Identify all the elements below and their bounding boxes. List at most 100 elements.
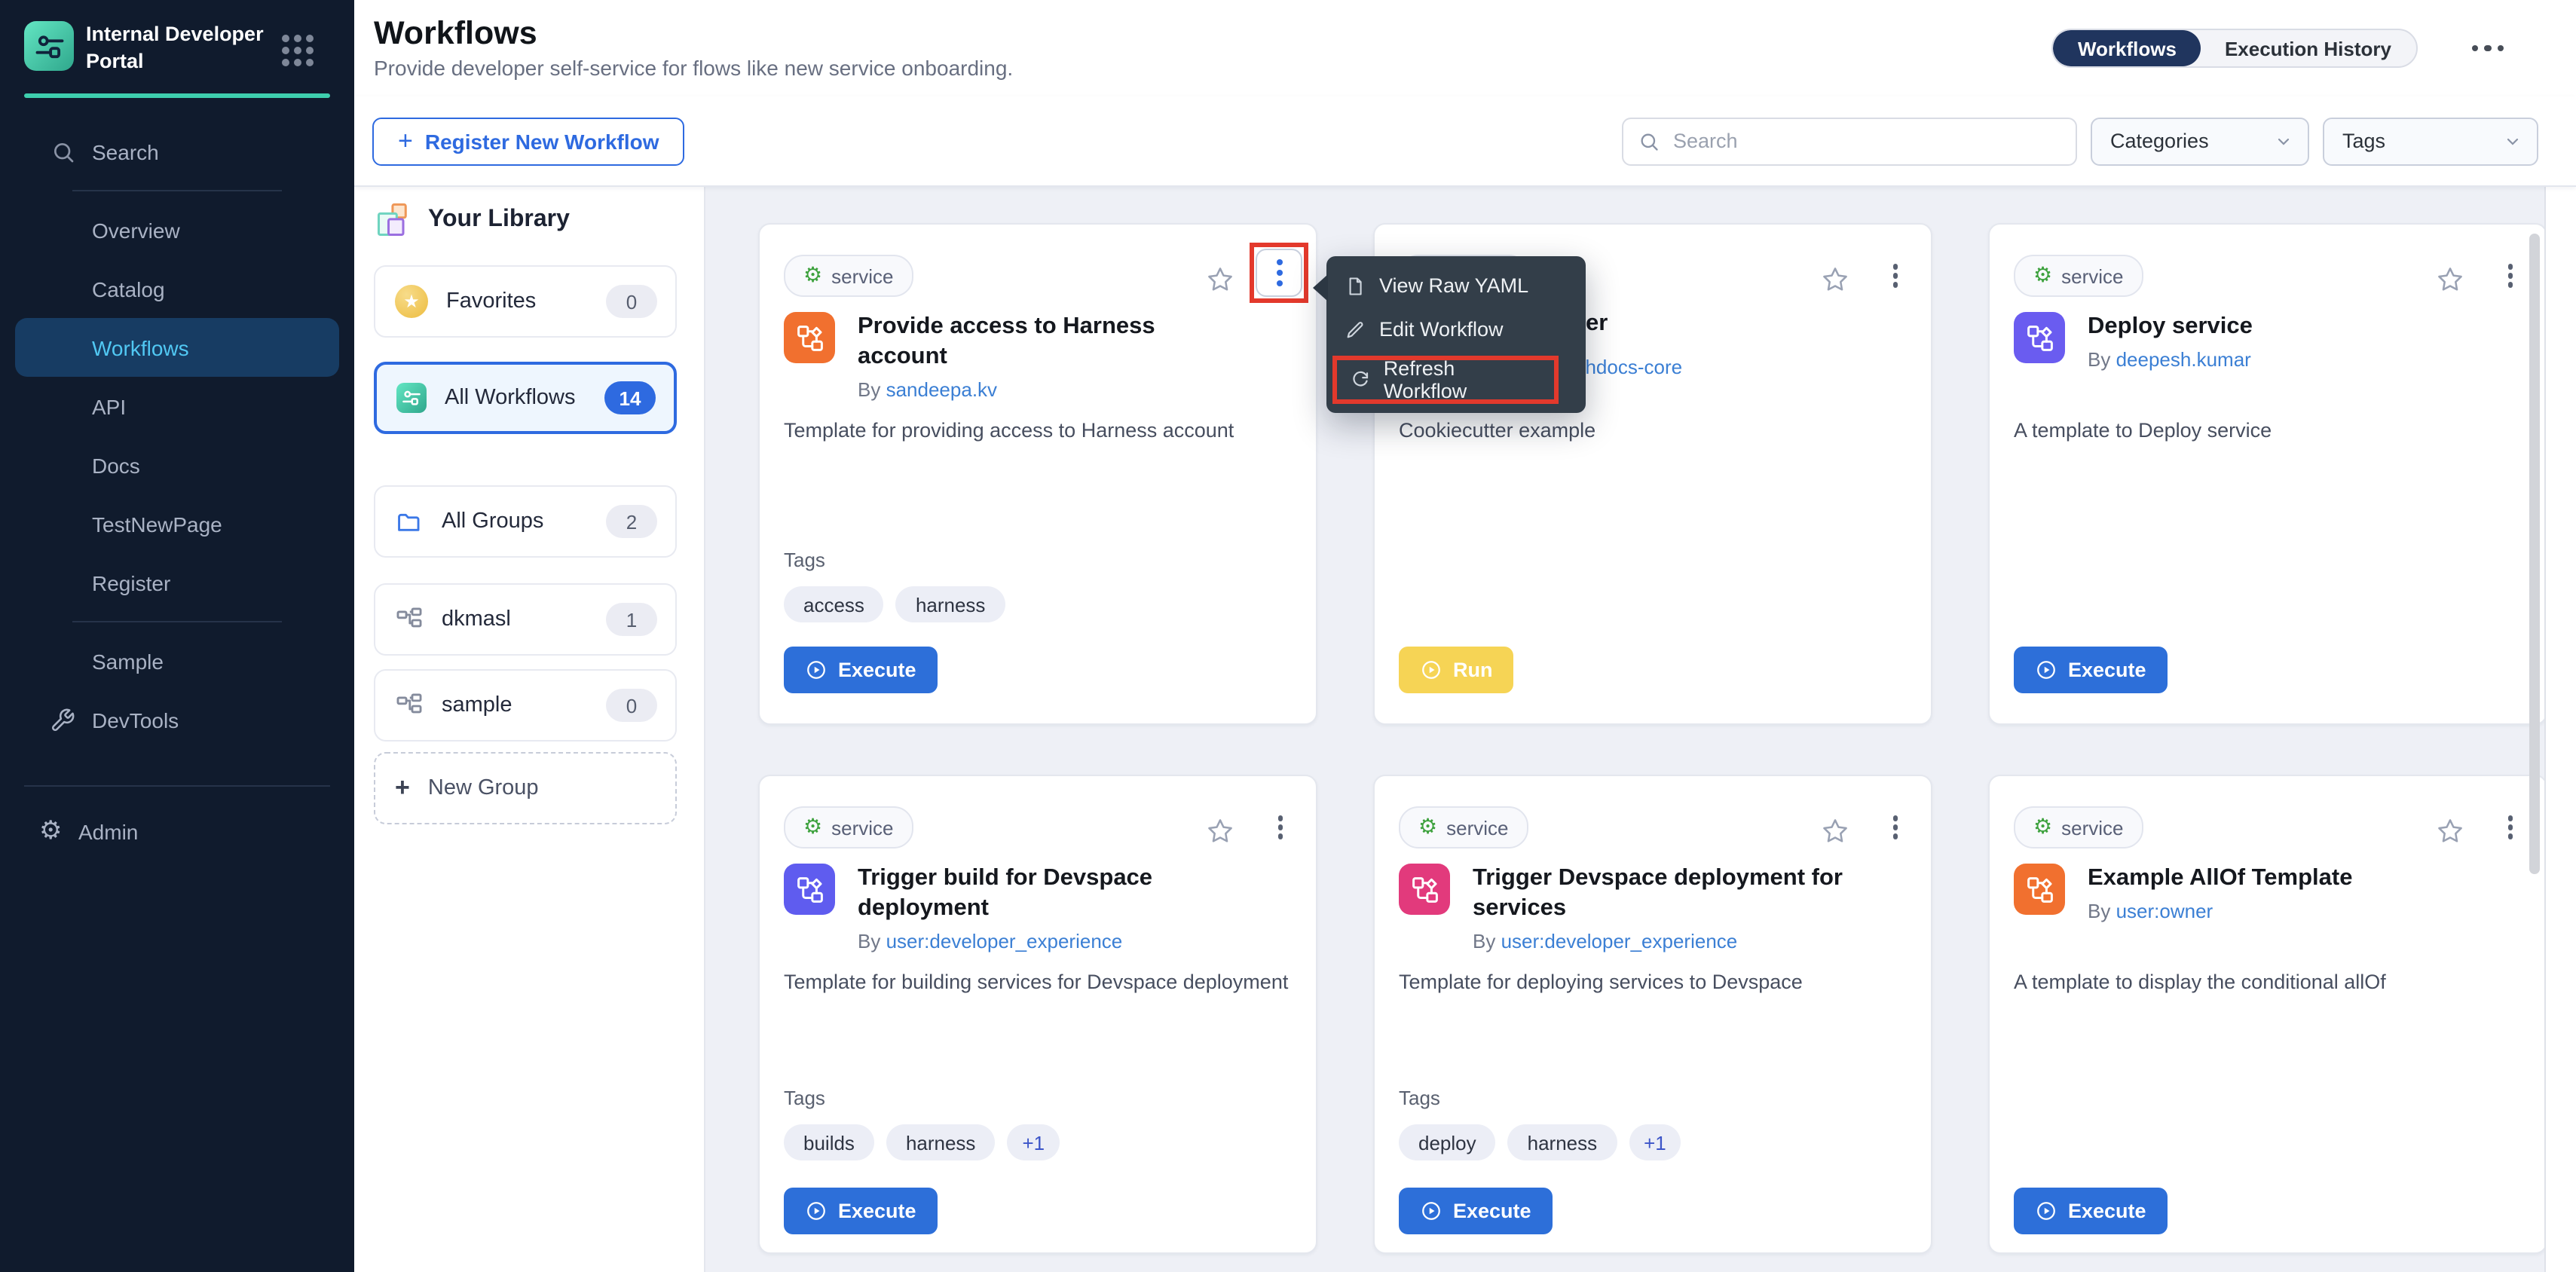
workflow-card-provide-access: ⚙service Provide access to Harness accou… (758, 223, 1317, 725)
sidebar-item-search[interactable]: Search (0, 122, 354, 181)
card-title: Trigger build for Devspace deployment (858, 864, 1250, 925)
library-row-favorites[interactable]: ★ Favorites 0 (374, 265, 677, 338)
play-icon (805, 1200, 828, 1222)
kebab-menu-icon[interactable] (1889, 812, 1901, 842)
kebab-menu-button[interactable] (1256, 249, 1302, 297)
execute-label: Execute (838, 659, 916, 681)
row-label: dkmasl (442, 607, 511, 631)
tags-label: Tags (1399, 1087, 1907, 1109)
workflow-card-trigger-devspace: ⚙service Trigger Devspace deployment for… (1373, 775, 1932, 1254)
workflow-icon (784, 864, 835, 915)
new-group-label: New Group (428, 776, 539, 800)
tags-dropdown[interactable]: Tags (2323, 117, 2538, 165)
author-link[interactable]: user:developer_experience (1501, 931, 1738, 953)
count-badge: 0 (606, 285, 657, 318)
execute-label: Execute (2068, 1200, 2146, 1222)
search-field (1622, 117, 2077, 165)
menu-item-refresh-workflow[interactable]: Refresh Workflow (1332, 356, 1559, 404)
author-link[interactable]: sandeepa.kv (886, 379, 997, 402)
count-badge: 14 (604, 381, 656, 414)
plus-icon: + (395, 773, 410, 803)
more-tags-pill[interactable]: +1 (1629, 1124, 1681, 1160)
row-label: All Workflows (445, 386, 576, 410)
app-title: Internal Developer Portal (86, 21, 264, 74)
all-workflows-icon (396, 383, 427, 413)
badge-label: service (1446, 816, 1508, 839)
execute-button[interactable]: Execute (784, 1188, 938, 1234)
categories-dropdown[interactable]: Categories (2091, 117, 2309, 165)
workflow-icon (2014, 864, 2065, 915)
library-row-sample[interactable]: sample 0 (374, 669, 677, 741)
tag-pill: harness (1508, 1124, 1617, 1160)
service-badge: ⚙service (2014, 255, 2143, 297)
sidebar-item-register[interactable]: Register (0, 553, 354, 612)
author-link[interactable]: user:owner (2116, 900, 2213, 922)
apps-grid-icon[interactable] (282, 35, 314, 66)
execute-button[interactable]: Execute (2014, 647, 2168, 693)
search-icon (51, 139, 75, 164)
page-title: Workflows (374, 16, 1013, 51)
sidebar-item-overview[interactable]: Overview (0, 200, 354, 259)
favorite-star-icon[interactable] (1206, 265, 1234, 294)
app-logo (24, 21, 74, 71)
favorite-star-icon[interactable] (1821, 265, 1849, 294)
sidebar-item-testnewpage[interactable]: TestNewPage (0, 494, 354, 553)
menu-item-edit-workflow[interactable]: Edit Workflow (1326, 307, 1586, 351)
kebab-menu-icon[interactable] (1274, 812, 1286, 842)
sidebar-item-catalog[interactable]: Catalog (0, 259, 354, 318)
execute-button[interactable]: Execute (1399, 1188, 1553, 1234)
kebab-menu-icon[interactable] (2504, 812, 2516, 842)
favorite-star-icon[interactable] (1821, 817, 1849, 845)
more-tags-pill[interactable]: +1 (1007, 1124, 1060, 1160)
toggle-workflows[interactable]: Workflows (2054, 30, 2201, 66)
sidebar-item-devtools[interactable]: DevTools (0, 690, 354, 749)
kebab-menu-icon[interactable] (2504, 261, 2516, 290)
workflow-icon (2014, 312, 2065, 363)
by-label: By (858, 931, 880, 953)
kebab-menu-icon[interactable] (1889, 261, 1901, 290)
toggle-execution-history[interactable]: Execution History (2201, 30, 2415, 66)
workflow-logo-icon (32, 29, 66, 63)
run-button[interactable]: Run (1399, 647, 1514, 693)
library-row-dkmasl[interactable]: dkmasl 1 (374, 583, 677, 656)
favorites-star-icon: ★ (395, 285, 428, 318)
sidebar-item-label: Overview (92, 218, 180, 242)
execute-label: Execute (2068, 659, 2146, 681)
library-panel: Your Library ★ Favorites 0 All Workflows… (354, 185, 705, 1272)
tags-label: Tags (784, 549, 1292, 571)
count-badge: 0 (606, 689, 657, 722)
search-input[interactable] (1670, 128, 2060, 154)
sidebar-item-docs[interactable]: Docs (0, 436, 354, 494)
run-label: Run (1453, 659, 1493, 681)
card-description: Template for providing access to Harness… (784, 416, 1292, 448)
sidebar-item-label: Catalog (92, 277, 165, 301)
scrollbar-thumb[interactable] (2529, 234, 2540, 874)
author-link[interactable]: user:developer_experience (886, 931, 1123, 953)
row-label: All Groups (442, 509, 543, 534)
favorite-star-icon[interactable] (2436, 817, 2464, 845)
sidebar: Internal Developer Portal Search Overvie… (0, 0, 354, 1272)
card-title: Trigger Devspace deployment for services (1473, 864, 1865, 925)
sidebar-item-label: Sample (92, 649, 164, 673)
new-group-button[interactable]: + New Group (374, 752, 677, 824)
sidebar-item-workflows[interactable]: Workflows (15, 318, 339, 377)
workflow-icon (784, 312, 835, 363)
library-row-all-workflows[interactable]: All Workflows 14 (374, 362, 677, 434)
more-options-icon[interactable] (2471, 45, 2504, 52)
sidebar-item-sample[interactable]: Sample (0, 631, 354, 690)
execute-button[interactable]: Execute (2014, 1188, 2168, 1234)
sidebar-item-admin[interactable]: ⚙ Admin (0, 802, 354, 861)
sidebar-item-api[interactable]: API (0, 377, 354, 436)
register-new-workflow-button[interactable]: + Register New Workflow (372, 117, 685, 165)
favorite-star-icon[interactable] (2436, 265, 2464, 294)
execute-button[interactable]: Execute (784, 647, 938, 693)
gear-icon: ⚙ (803, 265, 822, 286)
favorite-star-icon[interactable] (1206, 817, 1234, 845)
sidebar-item-label: Docs (92, 453, 140, 477)
library-row-all-groups[interactable]: All Groups 2 (374, 485, 677, 558)
author-link[interactable]: deepesh.kumar (2116, 348, 2251, 371)
group-hierarchy-icon (395, 605, 424, 634)
workflow-card-trigger-build: ⚙service Trigger build for Devspace depl… (758, 775, 1317, 1254)
workflow-card-deploy-service: ⚙service Deploy service By deepesh.kumar… (1988, 223, 2547, 725)
menu-item-view-raw-yaml[interactable]: View Raw YAML (1326, 264, 1586, 307)
